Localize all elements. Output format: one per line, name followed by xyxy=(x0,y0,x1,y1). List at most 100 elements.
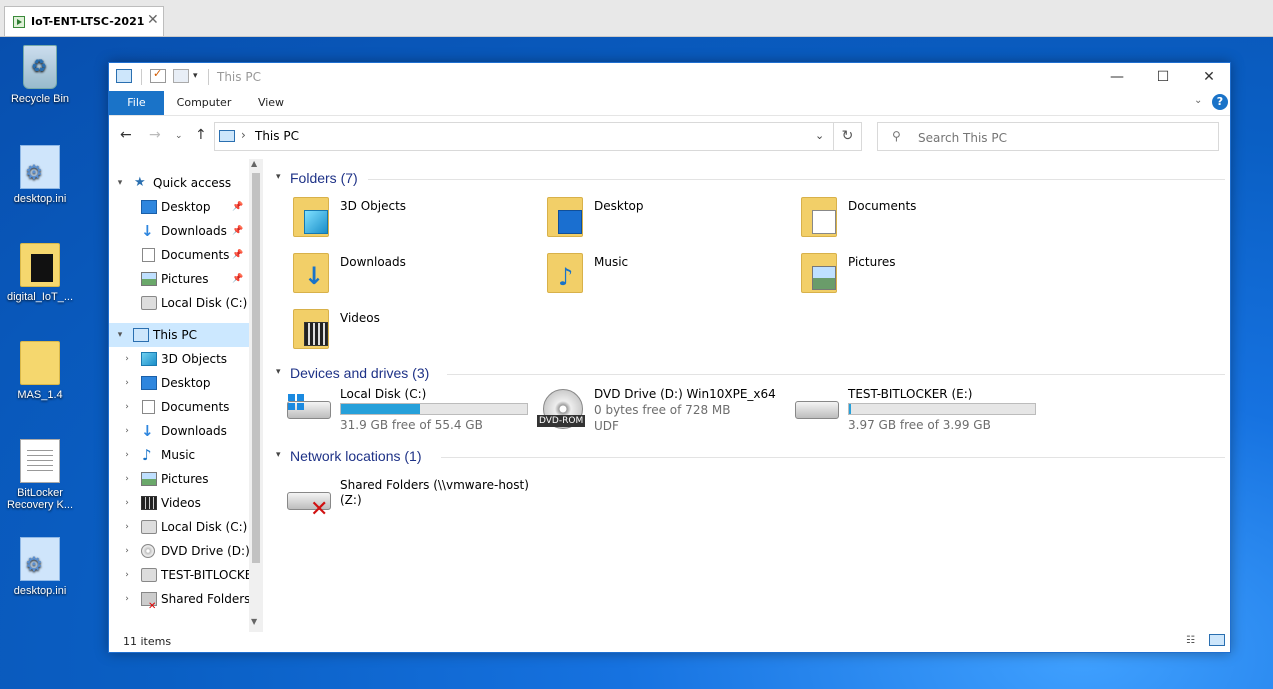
tab-computer[interactable]: Computer xyxy=(171,91,237,115)
nav-pc-3d-objects[interactable]: › 3D Objects xyxy=(109,347,249,371)
network-location-drive-letter: (Z:) xyxy=(340,493,362,507)
nav-pc-desktop[interactable]: › Desktop xyxy=(109,371,249,395)
address-dropdown-icon[interactable]: ⌄ xyxy=(815,129,824,142)
tab-view[interactable]: View xyxy=(251,91,291,115)
tab-file[interactable]: File xyxy=(109,91,164,115)
folder-3d-objects[interactable]: 3D Objects xyxy=(273,195,523,247)
nav-pc-downloads[interactable]: › ↓ Downloads xyxy=(109,419,249,443)
expand-chevron-icon[interactable]: ▾ xyxy=(115,171,125,195)
collapse-chevron-icon[interactable]: › xyxy=(122,563,132,587)
back-button[interactable]: ← xyxy=(120,127,132,143)
nav-pc-documents[interactable]: › Documents xyxy=(109,395,249,419)
collapse-chevron-icon[interactable]: › xyxy=(122,491,132,515)
recent-locations-icon[interactable]: ⌄ xyxy=(175,131,183,141)
desktop-icon-bitlocker-key[interactable]: BitLocker Recovery K... xyxy=(0,439,80,511)
expand-chevron-icon[interactable]: ▾ xyxy=(115,323,125,347)
nav-item-label: Documents xyxy=(161,248,230,262)
folder-documents[interactable]: Documents xyxy=(781,195,1031,247)
breadcrumb-this-pc[interactable]: This PC xyxy=(255,129,299,143)
drive-dvd-d[interactable]: DVD-ROM DVD Drive (D:) Win10XPE_x64 0 by… xyxy=(527,387,782,433)
folder-music[interactable]: ♪ Music xyxy=(527,251,777,303)
folder-pictures[interactable]: Pictures xyxy=(781,251,1031,303)
folder-icon xyxy=(801,253,837,293)
folder-desktop[interactable]: Desktop xyxy=(527,195,777,247)
disconnected-network-drive-icon: ✕ xyxy=(287,492,331,522)
collapse-group-icon[interactable]: ▾ xyxy=(276,367,281,377)
drive-local-disk-c[interactable]: Local Disk (C:) 31.9 GB free of 55.4 GB xyxy=(273,387,528,433)
vm-tab-close-icon[interactable]: ✕ xyxy=(147,12,159,28)
nav-pc-music[interactable]: › ♪ Music xyxy=(109,443,249,467)
nav-pc-test-bitlocker[interactable]: › TEST-BITLOCKER xyxy=(109,563,261,587)
scroll-up-icon[interactable]: ▲ xyxy=(251,159,257,168)
group-network-locations[interactable]: ▾ Network locations (1) xyxy=(273,445,1225,467)
properties-icon[interactable] xyxy=(150,67,166,83)
nav-pane-scrollbar[interactable]: ▲ ▼ xyxy=(249,159,263,632)
collapse-chevron-icon[interactable]: › xyxy=(122,587,132,611)
desktop-icon-mas[interactable]: MAS_1.4 xyxy=(0,341,80,401)
collapse-chevron-icon[interactable]: › xyxy=(122,419,132,443)
nav-quick-desktop[interactable]: Desktop 📌 xyxy=(109,195,249,219)
nav-pc-dvd-drive[interactable]: › DVD Drive (D:) W xyxy=(109,539,263,563)
minimize-button[interactable]: — xyxy=(1094,63,1140,91)
expand-ribbon-icon[interactable]: ⌄ xyxy=(1194,95,1202,106)
desktop-icon xyxy=(141,200,157,214)
new-folder-icon[interactable] xyxy=(173,69,189,83)
breadcrumb-chevron-icon[interactable]: › xyxy=(241,128,246,142)
tiles-view-icon[interactable] xyxy=(1209,634,1225,646)
refresh-button[interactable]: ↻ xyxy=(834,122,862,151)
nav-pc-shared-folders[interactable]: › Shared Folders (\ xyxy=(109,587,263,619)
group-title: Network locations (1) xyxy=(290,448,422,464)
collapse-group-icon[interactable]: ▾ xyxy=(276,172,281,182)
desktop-icon-label: MAS_1.4 xyxy=(17,389,63,401)
nav-item-label: Pictures xyxy=(161,472,209,486)
drive-usage-fill xyxy=(341,404,420,414)
collapse-chevron-icon[interactable]: › xyxy=(122,347,132,371)
folder-videos[interactable]: Videos xyxy=(273,307,523,359)
windows-logo-icon xyxy=(288,394,304,410)
group-folders[interactable]: ▾ Folders (7) xyxy=(273,167,1225,189)
maximize-button[interactable]: ☐ xyxy=(1140,63,1186,91)
scroll-down-icon[interactable]: ▼ xyxy=(251,617,257,626)
details-view-icon[interactable]: ☷ xyxy=(1186,635,1202,647)
collapse-chevron-icon[interactable]: › xyxy=(122,443,132,467)
forward-button[interactable]: → xyxy=(149,127,161,143)
collapse-chevron-icon[interactable]: › xyxy=(122,371,132,395)
search-box[interactable]: ⚲ xyxy=(877,122,1219,151)
nav-quick-documents[interactable]: Documents 📌 xyxy=(109,243,249,267)
collapse-chevron-icon[interactable]: › xyxy=(122,515,132,539)
desktop-icon-desktop-ini-2[interactable]: desktop.ini xyxy=(0,537,80,597)
vm-tab[interactable]: IoT-ENT-LTSC-2021 ✕ xyxy=(4,6,164,36)
vm-play-icon xyxy=(13,16,25,28)
network-shared-folders-z[interactable]: ✕ Shared Folders (\\vmware-host) (Z:) xyxy=(273,478,529,524)
nav-quick-downloads[interactable]: ↓ Downloads 📌 xyxy=(109,219,249,243)
close-button[interactable]: ✕ xyxy=(1186,63,1232,91)
up-button[interactable]: ↑ xyxy=(195,127,207,143)
nav-pc-pictures[interactable]: › Pictures xyxy=(109,467,249,491)
address-bar[interactable]: › This PC ⌄ xyxy=(214,122,834,151)
collapse-group-icon[interactable]: ▾ xyxy=(276,450,281,460)
collapse-chevron-icon[interactable]: › xyxy=(122,467,132,491)
nav-quick-local-disk[interactable]: Local Disk (C:) xyxy=(109,291,249,315)
folder-label: 3D Objects xyxy=(340,199,407,213)
desktop-icon-desktop-ini[interactable]: desktop.ini xyxy=(0,145,80,205)
nav-quick-pictures[interactable]: Pictures 📌 xyxy=(109,267,249,291)
nav-this-pc[interactable]: ▾ This PC xyxy=(109,323,249,347)
folder-downloads[interactable]: ↓ Downloads xyxy=(273,251,523,303)
nav-pc-videos[interactable]: › Videos xyxy=(109,491,249,515)
desktop-icon-digital-iot[interactable]: digital_IoT_... xyxy=(0,243,80,303)
nav-quick-access[interactable]: ▾ ★ Quick access xyxy=(109,171,249,195)
status-bar: 11 items ☷ xyxy=(109,632,1230,652)
search-input[interactable] xyxy=(916,127,1210,148)
nav-pc-local-disk[interactable]: › Local Disk (C:) xyxy=(109,515,249,539)
pin-icon: 📌 xyxy=(232,274,244,284)
help-icon[interactable]: ? xyxy=(1212,94,1228,110)
drive-test-bitlocker-e[interactable]: TEST-BITLOCKER (E:) 3.97 GB free of 3.99… xyxy=(781,387,1036,433)
hard-drive-icon xyxy=(141,296,157,310)
collapse-chevron-icon[interactable]: › xyxy=(122,539,132,563)
qat-dropdown-icon[interactable]: ▾ xyxy=(193,71,203,85)
collapse-chevron-icon[interactable]: › xyxy=(122,395,132,419)
desktop-icon-recycle-bin[interactable]: Recycle Bin xyxy=(0,45,80,105)
title-bar[interactable]: ▾ This PC — ☐ ✕ xyxy=(109,63,1230,91)
scrollbar-thumb[interactable] xyxy=(252,173,260,563)
group-devices-drives[interactable]: ▾ Devices and drives (3) xyxy=(273,362,1225,384)
